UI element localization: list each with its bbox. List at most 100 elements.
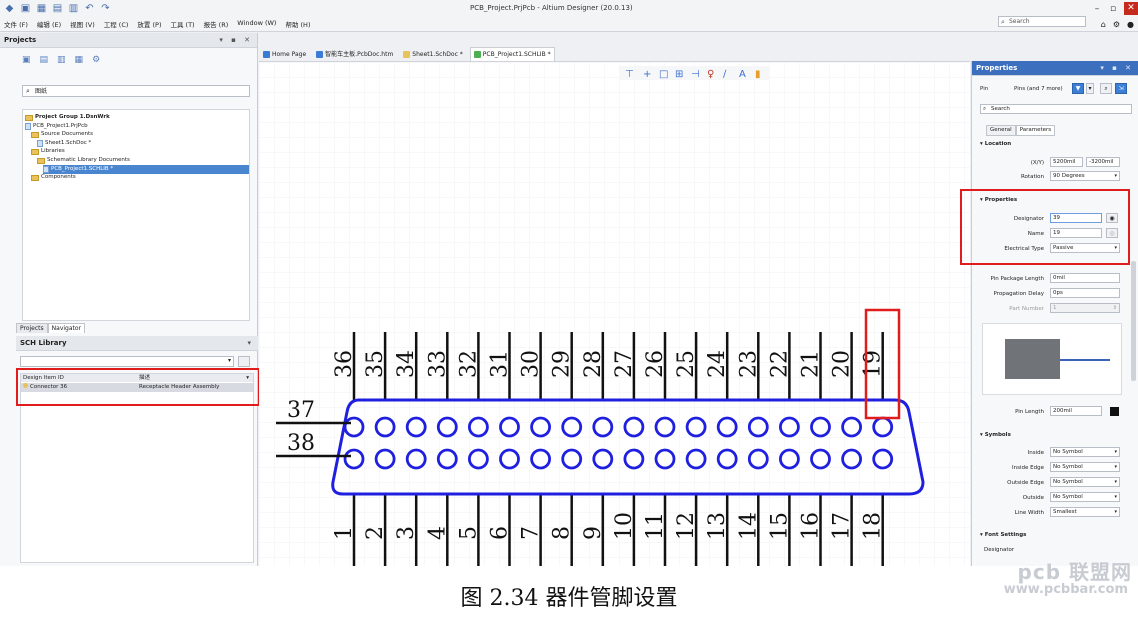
add-icon[interactable]: ▦ bbox=[75, 55, 84, 65]
pin-circle[interactable] bbox=[779, 448, 800, 470]
menu-item-1[interactable]: 编辑 (E) bbox=[37, 19, 61, 29]
panel-controls[interactable]: ▾ bbox=[247, 336, 254, 350]
open-icon[interactable]: ▤ bbox=[52, 3, 63, 14]
close-icon[interactable]: ✕ bbox=[1124, 2, 1138, 15]
pin-circle[interactable] bbox=[343, 416, 365, 438]
gear-icon[interactable]: ⚙ bbox=[1113, 20, 1120, 29]
save-icon[interactable]: ▣ bbox=[20, 3, 31, 14]
pin-package-length-input[interactable]: 0mil bbox=[1050, 273, 1120, 283]
symbol-select[interactable]: No Symbol ▾ bbox=[1050, 447, 1120, 457]
pin-circle[interactable] bbox=[623, 416, 645, 438]
folder-icon[interactable]: ▥ bbox=[57, 55, 66, 65]
symbol-select[interactable]: No Symbol ▾ bbox=[1050, 462, 1120, 472]
pin-circle[interactable] bbox=[747, 448, 769, 470]
zoom-button[interactable]: ⌕ bbox=[1100, 83, 1112, 94]
pin-circle[interactable] bbox=[654, 416, 676, 438]
tab-projects[interactable]: Projects bbox=[16, 323, 48, 333]
pin-circle[interactable] bbox=[467, 448, 489, 470]
pin-circle[interactable] bbox=[592, 416, 614, 438]
menu-item-6[interactable]: 报告 (R) bbox=[204, 19, 229, 29]
symbol-select[interactable]: No Symbol ▾ bbox=[1050, 477, 1120, 487]
bookmark-icon[interactable]: ▮ bbox=[755, 69, 761, 80]
pin-circle[interactable] bbox=[561, 416, 583, 438]
pin-circle[interactable] bbox=[654, 448, 676, 470]
filter-funnel-button[interactable]: ▼ bbox=[1072, 83, 1084, 94]
pin-circle[interactable] bbox=[685, 416, 707, 438]
pin-circle[interactable] bbox=[343, 448, 365, 470]
pin-circle[interactable] bbox=[530, 448, 552, 470]
section-location[interactable]: ▾ Location bbox=[980, 140, 1011, 149]
pin-length-input[interactable]: 200mil bbox=[1050, 406, 1102, 416]
pin-circle[interactable] bbox=[810, 448, 831, 470]
pin-circle[interactable] bbox=[592, 448, 614, 470]
filter-dropdown-button[interactable]: ▾ bbox=[1086, 83, 1094, 94]
symbol-select[interactable]: No Symbol ▾ bbox=[1050, 492, 1120, 502]
document-tab[interactable]: PCB_Project1.SCHLIB * bbox=[469, 47, 555, 61]
y-input[interactable]: -3200mil bbox=[1086, 157, 1120, 167]
document-tab[interactable]: 智能车主板.PcbDoc.htm bbox=[313, 47, 396, 61]
text-icon[interactable]: A bbox=[739, 69, 746, 80]
pin-circle[interactable] bbox=[716, 416, 738, 438]
panel-controls[interactable]: ▾ ▪ ✕ bbox=[1100, 61, 1134, 75]
panel-controls[interactable]: ▾ ▪ ✕ bbox=[219, 33, 253, 47]
pin-circle[interactable] bbox=[841, 416, 862, 438]
pin-color-swatch[interactable] bbox=[1110, 407, 1119, 416]
pin-circle[interactable] bbox=[530, 416, 552, 438]
pin-circle[interactable] bbox=[467, 416, 489, 438]
tab-navigator[interactable]: Navigator bbox=[47, 323, 86, 333]
component-icon[interactable]: ♀ bbox=[707, 69, 714, 80]
align-icon[interactable]: ⊞ bbox=[675, 69, 683, 80]
menu-item-5[interactable]: 工具 (T) bbox=[170, 19, 194, 29]
select-button[interactable]: ⇲ bbox=[1115, 83, 1127, 94]
filter-value[interactable]: Pins (and 7 more) bbox=[1014, 85, 1063, 94]
menu-item-7[interactable]: Window (W) bbox=[237, 19, 276, 29]
properties-scrollbar[interactable] bbox=[1131, 261, 1136, 381]
pin-circle[interactable] bbox=[436, 416, 458, 438]
schlib-filter-button[interactable] bbox=[238, 356, 250, 367]
save-icon[interactable]: ▣ bbox=[22, 55, 31, 65]
schematic-canvas[interactable]: ⊤ + □ ⊞ ⊣ ♀ ∕ A ▮ 36 35 34 33 32 31 30 29 28 27 26… bbox=[259, 61, 970, 566]
pin-circle[interactable] bbox=[374, 416, 396, 438]
section-font-settings[interactable]: ▾ Font Settings bbox=[980, 531, 1026, 540]
pin-circle[interactable] bbox=[405, 448, 427, 470]
global-search-input[interactable]: ⌕ Search bbox=[998, 16, 1086, 27]
maximize-icon[interactable]: ▫ bbox=[1108, 4, 1118, 14]
pin-circle[interactable] bbox=[810, 416, 831, 438]
user-icon[interactable]: ● bbox=[1127, 20, 1134, 29]
pin-circle[interactable] bbox=[623, 448, 645, 470]
menu-item-8[interactable]: 帮助 (H) bbox=[285, 19, 310, 29]
redo-icon[interactable]: ↷ bbox=[100, 3, 111, 14]
minimize-icon[interactable]: – bbox=[1092, 4, 1102, 14]
save-all-icon[interactable]: ▦ bbox=[36, 3, 47, 14]
projects-search-input[interactable]: ⌕ 图纸 bbox=[22, 85, 250, 97]
pin-circle[interactable] bbox=[872, 448, 894, 470]
pin-circle[interactable] bbox=[872, 416, 894, 438]
pin-circle[interactable] bbox=[685, 448, 707, 470]
pin-circle[interactable] bbox=[841, 448, 862, 470]
menu-item-4[interactable]: 放置 (P) bbox=[137, 19, 161, 29]
pin-circle[interactable] bbox=[499, 416, 520, 438]
pin-circle[interactable] bbox=[561, 448, 583, 470]
pin-circle[interactable] bbox=[436, 448, 458, 470]
pin-circle[interactable] bbox=[747, 416, 769, 438]
move-icon[interactable]: + bbox=[643, 69, 651, 80]
x-input[interactable]: 5200mil bbox=[1050, 157, 1083, 167]
pin-icon[interactable]: ⊣ bbox=[691, 69, 700, 80]
document-tab[interactable]: Sheet1.SchDoc * bbox=[400, 47, 465, 61]
compile-icon[interactable]: ▤ bbox=[40, 55, 49, 65]
pin-circle[interactable] bbox=[405, 416, 427, 438]
filter-icon[interactable]: ⊤ bbox=[625, 69, 634, 80]
tree-item[interactable]: Components bbox=[31, 173, 76, 182]
document-tab[interactable]: Home Page bbox=[260, 47, 309, 61]
select-rect-icon[interactable]: □ bbox=[659, 69, 668, 80]
section-symbols[interactable]: ▾ Symbols bbox=[980, 431, 1011, 440]
pin-circle[interactable] bbox=[779, 416, 800, 438]
pin-circle[interactable] bbox=[499, 448, 520, 470]
menu-item-0[interactable]: 文件 (F) bbox=[4, 19, 28, 29]
propagation-delay-input[interactable]: 0ps bbox=[1050, 288, 1120, 298]
menu-item-3[interactable]: 工程 (C) bbox=[104, 19, 129, 29]
rotation-select[interactable]: 90 Degrees ▾ bbox=[1050, 171, 1120, 181]
gear-icon[interactable]: ⚙ bbox=[92, 55, 100, 65]
symbol-select[interactable]: Smallest ▾ bbox=[1050, 507, 1120, 517]
pin-circle[interactable] bbox=[716, 448, 738, 470]
